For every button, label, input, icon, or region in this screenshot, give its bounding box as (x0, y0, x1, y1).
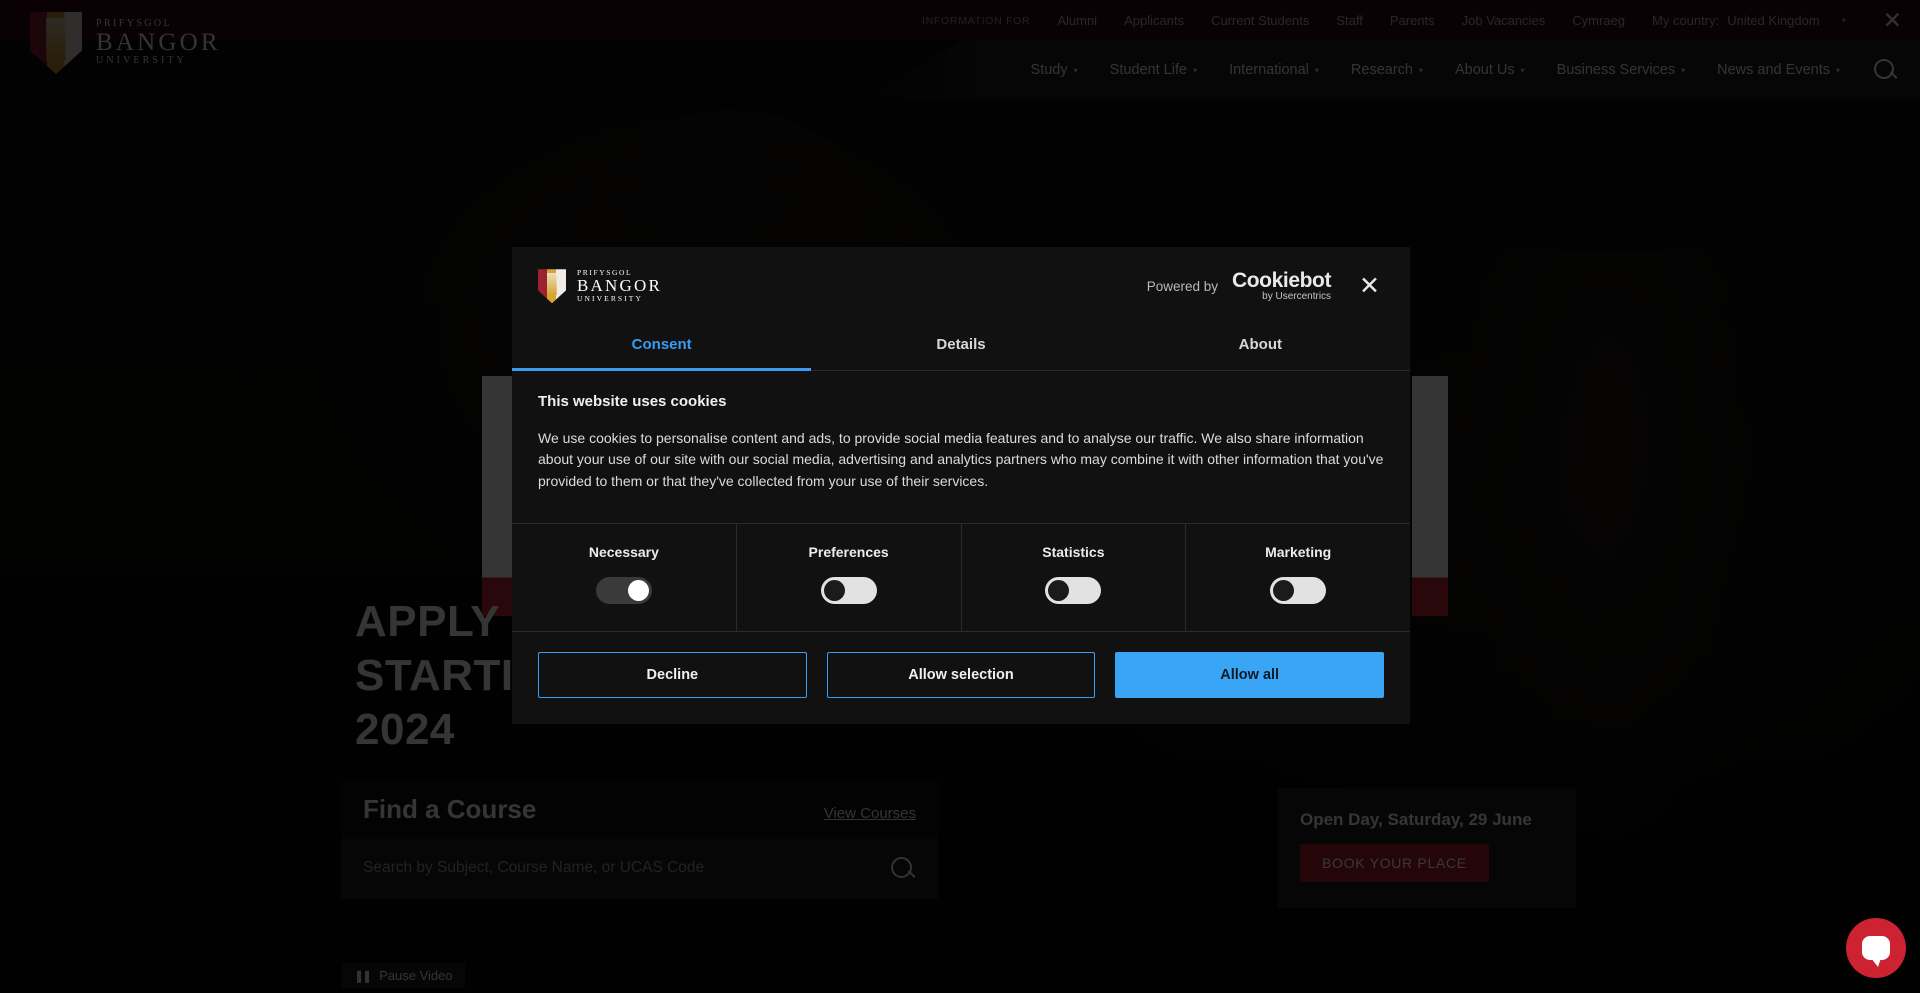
cookie-dialog-actions: Decline Allow selection Allow all (512, 632, 1410, 724)
decline-button[interactable]: Decline (538, 651, 807, 698)
toggle-necessary[interactable] (595, 576, 652, 604)
cookie-dialog-heading: This website uses cookies (538, 392, 727, 410)
category-necessary: Necessary (512, 523, 737, 631)
cookiebot-logo: Cookiebot by Usercentrics (1232, 270, 1331, 302)
cookie-dialog-body: This website uses cookies We use cookies… (512, 371, 1410, 501)
allow-selection-button[interactable]: Allow selection (826, 651, 1096, 698)
cookie-logo-line-bangor: BANGOR (577, 276, 662, 296)
cookie-consent-dialog: PRIFYSGOL BANGOR UNIVERSITY Powered by C… (512, 247, 1410, 724)
cookie-logo-line-university: UNIVERSITY (577, 294, 643, 304)
cookie-dialog-header: PRIFYSGOL BANGOR UNIVERSITY Powered by C… (512, 247, 1410, 322)
category-marketing: Marketing (1186, 524, 1410, 631)
university-crest-icon (538, 269, 566, 304)
toggle-preferences[interactable] (820, 576, 877, 604)
toggle-knob (1273, 579, 1295, 601)
category-label-statistics: Statistics (1042, 543, 1105, 560)
category-label-marketing: Marketing (1265, 543, 1332, 560)
tab-about[interactable]: About (1111, 322, 1410, 371)
powered-by-cookiebot: Powered by Cookiebot by Usercentrics ✕ (1147, 270, 1384, 302)
toggle-statistics[interactable] (1045, 576, 1102, 604)
toggle-knob (823, 579, 845, 601)
cookiebot-subtitle: by Usercentrics (1262, 291, 1332, 303)
cookiebot-name: Cookiebot (1231, 269, 1332, 293)
category-label-preferences: Preferences (808, 543, 889, 560)
category-preferences: Preferences (737, 523, 962, 631)
tab-details[interactable]: Details (811, 322, 1110, 371)
chat-bubble-icon (1862, 936, 1890, 967)
category-statistics: Statistics (962, 523, 1187, 631)
toggle-marketing[interactable] (1270, 576, 1327, 604)
cookie-category-list: Necessary Preferences Statistics Marketi… (512, 522, 1410, 632)
toggle-knob (1048, 579, 1070, 601)
toggle-knob (627, 579, 649, 601)
chat-widget-button[interactable] (1846, 918, 1906, 978)
cookie-dialog-logo: PRIFYSGOL BANGOR UNIVERSITY (538, 268, 662, 304)
category-label-necessary: Necessary (588, 543, 659, 560)
powered-by-label: Powered by (1146, 278, 1218, 294)
tab-consent[interactable]: Consent (512, 322, 812, 371)
allow-all-button[interactable]: Allow all (1115, 651, 1385, 698)
close-icon[interactable]: ✕ (1355, 273, 1384, 299)
cookie-dialog-tabs: Consent Details About (512, 322, 1410, 371)
cookie-dialog-paragraph: We use cookies to personalise content an… (538, 429, 1384, 489)
